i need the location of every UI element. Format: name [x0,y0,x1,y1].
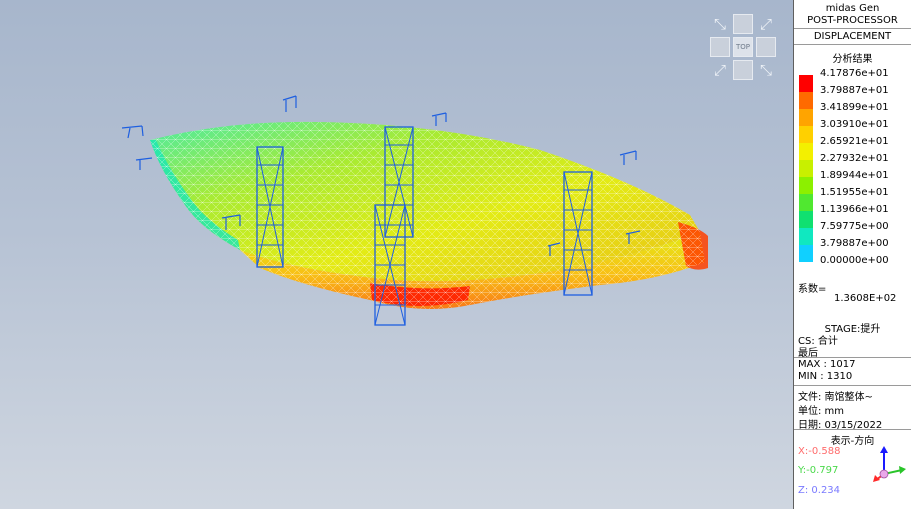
legend-value: 3.03910e+01 [820,119,889,130]
legend-value: 7.59775e+00 [820,221,889,232]
axis-triad-icon [873,446,906,482]
legend-swatch [799,194,813,211]
arrow-diagonal-icon[interactable]: ⤢ [756,14,776,34]
legend-swatch [799,109,813,126]
view-cube[interactable]: ⤡ ⤢ TOP ⤢ ⤡ [708,14,778,82]
module-name: POST-PROCESSOR [807,15,898,26]
factor-label: 系数= [798,284,827,295]
legend-value: 3.41899e+01 [820,102,889,113]
legend-swatch [799,245,813,262]
legend-value: 2.65921e+01 [820,136,889,147]
legend-value: 3.79887e+01 [820,85,889,96]
unit-label: 单位: mm [798,406,845,417]
legend-swatch [799,228,813,245]
legend-value: 1.51955e+01 [820,187,889,198]
legend-swatch [799,143,813,160]
legend-value: 4.17876e+01 [820,68,889,79]
factor-value: 1.3608E+02 [834,293,897,304]
legend-value: 3.79887e+00 [820,238,889,249]
legend-value: 0.00000e+00 [820,255,889,266]
legend-swatch [799,177,813,194]
legend-swatch [799,126,813,143]
model-viewport[interactable]: ⤡ ⤢ TOP ⤢ ⤡ [0,0,793,509]
legend-value: 1.89944e+01 [820,170,889,181]
legend-swatch [799,92,813,109]
legend-panel: midas Gen POST-PROCESSOR DISPLACEMENT 分析… [793,0,911,509]
truss-mesh [150,121,705,310]
direction-y: Y:-0.797 [798,465,839,476]
legend-swatch [799,75,813,92]
legend-swatch [799,211,813,228]
arrow-diagonal-icon[interactable]: ⤡ [710,14,730,34]
view-cube-face[interactable] [733,14,753,34]
midas-gen-post-processor: ⤡ ⤢ TOP ⤢ ⤡ midas Gen POST-PROCESSOR DIS… [0,0,911,509]
max-node: MAX : 1017 [798,359,856,370]
legend-title: 分析结果 [832,54,873,65]
view-cube-face[interactable] [756,37,776,57]
min-node: MIN : 1310 [798,371,853,382]
legend-value: 1.13966e+01 [820,204,889,215]
view-cube-top-face[interactable]: TOP [733,37,753,57]
direction-x: X:-0.588 [798,446,841,457]
model-view-svg[interactable] [0,0,793,509]
arrow-diagonal-icon[interactable]: ⤡ [756,60,776,80]
view-cube-face[interactable] [733,60,753,80]
view-cube-face[interactable] [710,37,730,57]
legend-value: 2.27932e+01 [820,153,889,164]
result-type: DISPLACEMENT [813,31,892,42]
legend-swatch [799,160,813,177]
arrow-diagonal-icon[interactable]: ⤢ [710,60,730,80]
file-label: 文件: 南馆整体~ [798,392,873,403]
app-name: midas Gen [825,3,880,14]
direction-z: Z: 0.234 [798,485,841,496]
